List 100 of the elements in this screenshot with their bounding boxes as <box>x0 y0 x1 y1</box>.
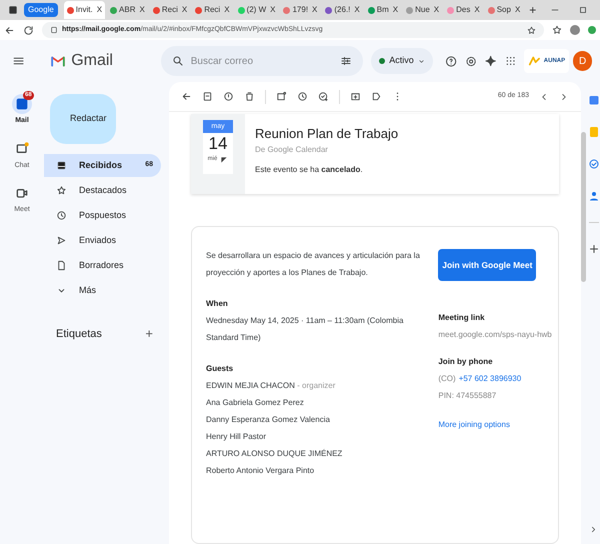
star-icon <box>56 185 67 196</box>
guest-name: Roberto Antonio Vergara Pinto <box>206 465 316 477</box>
delete-icon[interactable] <box>244 91 255 102</box>
labels-heading: Etiquetas <box>56 326 102 342</box>
event-title: Reunion Plan de Trabajo <box>255 125 398 143</box>
tab-title: Invit. <box>76 4 93 16</box>
folder-item[interactable]: Más <box>44 279 161 302</box>
tab-group-label[interactable]: Google <box>24 3 58 17</box>
event-time: Wednesday May 14, 2025 · 11am – 11:30am (Colombia Standard Time) <box>206 315 404 344</box>
add-label-button[interactable]: + <box>145 324 153 344</box>
browser-tab[interactable]: Bm X <box>364 1 402 19</box>
calendar-icon[interactable] <box>588 94 600 106</box>
back-icon[interactable] <box>4 24 15 36</box>
caret-icon <box>418 58 425 64</box>
tab-title: (26.! <box>334 4 350 16</box>
tab-list-icon <box>8 5 18 15</box>
new-tab-button[interactable]: + <box>529 1 536 19</box>
avatar[interactable]: D <box>573 51 592 71</box>
archive-icon[interactable] <box>202 91 213 102</box>
close-tab-button[interactable]: X <box>270 4 276 16</box>
when-heading: When <box>206 298 229 310</box>
search-icon <box>172 55 184 67</box>
pin-text: PIN: 474555887 <box>438 390 498 402</box>
close-tab-button[interactable]: X <box>224 4 230 16</box>
cancellation-notice: Este evento se ha cancelado. <box>255 164 364 176</box>
contacts-icon[interactable] <box>588 190 600 202</box>
guest-name: EDWIN MEJIA CHACON - organizer <box>206 380 336 392</box>
search-field[interactable]: Buscar correo <box>160 46 364 76</box>
expand-icon[interactable] <box>589 525 598 534</box>
browser-tab[interactable]: Invit. X <box>64 1 106 19</box>
browser-tab[interactable]: Reci X <box>192 1 233 19</box>
meeting-link[interactable]: meet.google.com/sps-nayu-hwb <box>438 326 558 343</box>
apps-grid-icon[interactable] <box>504 55 516 67</box>
restore-icon[interactable] <box>578 5 588 15</box>
browser-tab[interactable]: 179! X <box>280 1 320 19</box>
event-source: De Google Calendar <box>255 144 329 156</box>
move-to-folder-icon[interactable] <box>350 91 361 102</box>
folder-item[interactable]: Destacados <box>44 179 161 202</box>
compose-button[interactable]: Redactar <box>50 94 116 144</box>
close-tab-button[interactable]: X <box>96 4 102 16</box>
label-icon[interactable] <box>371 91 382 102</box>
tasks-icon[interactable] <box>588 158 600 170</box>
event-description: Se desarrollara un espacio de avances y articulación para la proyección y aportes a los Planes de Trabajo. <box>206 250 420 279</box>
browser-tab[interactable]: Sop X <box>484 1 524 19</box>
close-tab-button[interactable]: X <box>182 4 188 16</box>
tab-title: Sop <box>496 4 511 16</box>
browser-tab[interactable]: ABR X <box>107 1 148 19</box>
folder-item[interactable]: Borradores <box>44 254 161 277</box>
gmail-m-icon <box>49 54 68 68</box>
gmail-logo-text: Gmail <box>71 51 113 71</box>
phone-heading: Join by phone <box>438 356 494 368</box>
tab-title: (2) W <box>246 4 266 16</box>
scrollbar-thumb[interactable] <box>581 132 586 282</box>
folder-item[interactable]: Enviados <box>44 229 161 252</box>
settings-icon[interactable] <box>464 54 478 68</box>
tab-title: ABR <box>119 4 136 16</box>
close-tab-button[interactable]: X <box>140 4 145 16</box>
file-icon <box>56 260 67 271</box>
favorites-icon[interactable] <box>552 25 562 35</box>
guest-name: Ana Gabriela Gomez Perez <box>206 397 305 409</box>
bookmark-star-icon[interactable] <box>527 26 536 34</box>
add-task-icon[interactable] <box>318 91 329 102</box>
folder-item[interactable]: Pospuestos <box>44 204 161 227</box>
tab-title: Reci <box>162 4 178 16</box>
tab-title: Nue <box>415 4 430 16</box>
add-icon[interactable] <box>588 243 600 255</box>
browser-tab[interactable]: Nue X <box>403 1 442 19</box>
guest-name: Henry Hill Pastor <box>206 431 268 443</box>
sparkle-icon[interactable] <box>485 55 496 67</box>
close-tab-button[interactable]: X <box>474 4 480 16</box>
filter-sliders-icon[interactable] <box>340 55 352 67</box>
phone-link[interactable]: +57 602 3896930 <box>458 370 522 387</box>
phone-country: (CO) <box>438 373 456 385</box>
tab-title: Bm <box>376 4 389 16</box>
mark-unread-icon[interactable] <box>276 91 287 102</box>
tab-title: Reci <box>204 4 220 16</box>
close-tab-button[interactable]: X <box>392 4 398 16</box>
help-icon[interactable] <box>444 54 457 68</box>
reload-icon[interactable] <box>23 24 34 36</box>
browser-tab[interactable]: Reci X <box>150 1 190 19</box>
tab-title: 179! <box>292 4 308 16</box>
snooze-icon[interactable] <box>297 91 308 102</box>
report-icon[interactable] <box>223 91 234 102</box>
status-button[interactable]: Activo <box>371 48 433 74</box>
more-options-link[interactable]: More joining options <box>438 416 558 433</box>
browser-tab[interactable]: (2) W X <box>234 1 278 19</box>
browser-tab[interactable]: Des X <box>444 1 483 19</box>
meeting-link-heading: Meeting link <box>438 312 486 324</box>
guest-name: ARTURO ALONSO DUQUE JIMÉNEZ <box>206 448 344 460</box>
clock-icon <box>56 210 67 221</box>
browser-tab[interactable]: (26.! X <box>322 1 363 19</box>
close-tab-button[interactable]: X <box>434 4 440 16</box>
close-tab-button[interactable]: X <box>312 4 318 16</box>
fold-corner-icon <box>220 156 228 164</box>
send-icon <box>56 235 67 246</box>
close-tab-button[interactable]: X <box>354 4 360 16</box>
close-tab-button[interactable]: X <box>514 4 520 16</box>
inbox-icon <box>56 160 67 171</box>
join-meet-button[interactable]: Join with Google Meet <box>438 249 536 281</box>
back-icon[interactable] <box>181 91 192 102</box>
